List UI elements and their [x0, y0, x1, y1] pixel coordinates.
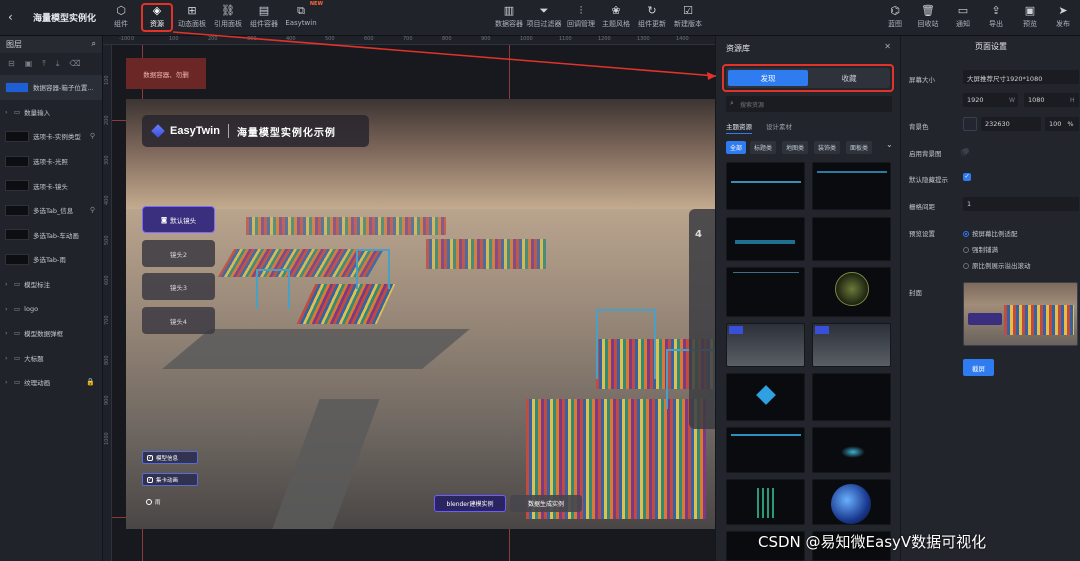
- annotation-arrow: [172, 31, 717, 80]
- app-window: ‹ 海量模型实例化 ⬡ 组件 ◈ 资源 ⊞ 动态面板 ⛓ 引用面板 ▤ 组件容器…: [0, 0, 1080, 561]
- watermark: CSDN @易知微EasyV数据可视化: [758, 533, 987, 551]
